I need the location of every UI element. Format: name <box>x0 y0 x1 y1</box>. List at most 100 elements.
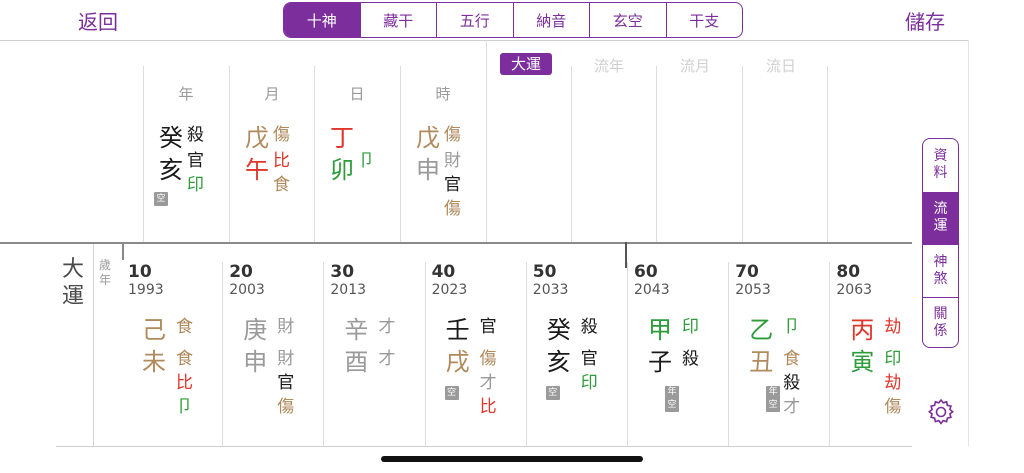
hidden-stem-god: 比 <box>176 373 193 393</box>
stem-ten-god: 殺 <box>580 317 598 337</box>
hidden-stem-god: 卩 <box>176 397 193 417</box>
dayun-column-divider <box>424 262 426 446</box>
dayun-column-divider <box>222 262 224 446</box>
dayun-year: 2013 <box>330 282 367 298</box>
luck-divider <box>571 66 572 242</box>
view-mode-tabs: 十神 藏干 五行 納音 玄空 干支 <box>283 2 743 38</box>
dayun-year: 2003 <box>229 282 265 298</box>
heavenly-stem: 戊 <box>416 124 440 152</box>
dayun-header-badge[interactable]: 大運 <box>500 53 552 75</box>
side-tab-info[interactable]: 資料 <box>923 139 958 192</box>
heavenly-stem: 癸 <box>159 124 183 152</box>
pillar-divider <box>486 40 487 242</box>
dayun-age: 50 <box>532 262 557 282</box>
year-kong-char: 空 <box>667 400 677 410</box>
heavenly-stem: 戊 <box>245 124 269 152</box>
year-kong-char: 年 <box>667 387 677 397</box>
hidden-stem-god: 才 <box>783 397 801 417</box>
hidden-stem-god: 食 <box>176 349 193 369</box>
hidden-stem-god: 官 <box>444 175 461 195</box>
earthly-branch: 子 <box>648 348 672 376</box>
dayun-column-divider <box>627 262 628 446</box>
hidden-stem-god: 官 <box>277 373 295 393</box>
luck-divider <box>656 66 657 242</box>
luck-divider <box>742 66 743 242</box>
dayun-age: 60 <box>634 262 658 282</box>
dayun-age: 10 <box>128 262 152 282</box>
earthly-branch: 未 <box>142 348 166 376</box>
tab-shishen[interactable]: 十神 <box>284 3 360 37</box>
earthly-branch: 亥 <box>546 348 571 376</box>
tab-canggan[interactable]: 藏干 <box>359 3 437 37</box>
year-kong-char: 年 <box>768 387 778 397</box>
hidden-stem-god: 財 <box>444 151 461 171</box>
pillar-header-year: 年 <box>178 85 194 103</box>
liunian-header[interactable]: 流年 <box>594 55 624 76</box>
heavenly-stem: 己 <box>142 316 166 344</box>
hidden-stem-god: 傷 <box>884 397 902 417</box>
hidden-stem-god: 傷 <box>444 199 461 219</box>
stem-ten-god: 官 <box>479 317 497 337</box>
heavenly-stem: 丙 <box>850 316 875 344</box>
heavenly-stem: 甲 <box>648 316 672 344</box>
dayun-row-label: 大運 <box>62 257 85 309</box>
hidden-stem-god: 殺 <box>682 349 699 369</box>
earthly-branch: 酉 <box>344 348 369 376</box>
stem-ten-god: 劫 <box>884 317 902 337</box>
side-tab-luck[interactable]: 流運 <box>923 191 958 244</box>
side-tab-relations[interactable]: 關係 <box>923 296 958 348</box>
earthly-branch: 申 <box>243 348 268 376</box>
heavenly-stem: 癸 <box>546 316 571 344</box>
stem-ten-god: 食 <box>176 317 193 337</box>
dayun-year: 1993 <box>128 282 164 298</box>
side-tab-stars[interactable]: 神煞 <box>923 244 958 297</box>
dayun-age: 20 <box>229 262 253 282</box>
hidden-stem-god: 劫 <box>884 373 902 393</box>
kong-badge: 空 <box>545 386 560 400</box>
hidden-stem-god: 食 <box>783 349 801 369</box>
heavenly-stem: 乙 <box>749 316 774 344</box>
hidden-stem-god: 印 <box>187 175 204 195</box>
hidden-stem-god: 傷 <box>479 349 497 369</box>
hidden-stem-god: 比 <box>273 151 290 171</box>
back-button[interactable]: 返回 <box>78 6 118 35</box>
save-button[interactable]: 儲存 <box>905 6 945 35</box>
earthly-branch: 戌 <box>445 348 470 376</box>
heavenly-stem: 丁 <box>330 124 354 152</box>
gear-icon[interactable] <box>926 397 956 427</box>
tab-xuankong[interactable]: 玄空 <box>589 3 666 37</box>
dayun-label-divider <box>93 244 94 446</box>
hidden-stem-god: 卩 <box>358 151 375 171</box>
kong-badge: 空 <box>444 386 459 400</box>
home-indicator[interactable] <box>381 456 643 462</box>
luck-divider <box>827 66 828 242</box>
hidden-stem-god: 印 <box>884 349 902 369</box>
tab-nayin[interactable]: 納音 <box>512 3 590 37</box>
liuyue-header[interactable]: 流月 <box>680 55 710 76</box>
dayun-column-divider <box>728 262 730 446</box>
hidden-stem-god: 財 <box>277 349 295 369</box>
stem-ten-god: 卩 <box>783 317 801 337</box>
dayun-year: 2043 <box>634 282 670 298</box>
hidden-stem-god: 官 <box>187 151 204 171</box>
pillar-header-month: 月 <box>264 85 280 103</box>
dayun-age: 80 <box>836 262 861 282</box>
dayun-year: 2063 <box>836 282 873 298</box>
earthly-branch: 申 <box>416 156 440 184</box>
tab-ganzhi[interactable]: 干支 <box>665 3 743 37</box>
dayun-age: 30 <box>330 262 355 282</box>
hidden-stem-god: 官 <box>580 349 598 369</box>
dayun-year: 2053 <box>735 282 771 298</box>
tab-wuxing[interactable]: 五行 <box>436 3 513 37</box>
dayun-column-divider <box>323 262 325 446</box>
hidden-stem-god: 食 <box>273 175 290 195</box>
liuri-header[interactable]: 流日 <box>766 55 796 76</box>
top-divider <box>0 40 968 41</box>
year-kong-badge: 年空 <box>665 386 679 412</box>
dayun-marker <box>122 242 124 260</box>
hidden-stem-god: 才 <box>378 349 396 369</box>
middle-divider <box>0 242 912 244</box>
earthly-branch: 亥 <box>159 156 183 184</box>
dayun-year: 2033 <box>532 282 569 298</box>
stem-ten-god: 才 <box>378 317 396 337</box>
